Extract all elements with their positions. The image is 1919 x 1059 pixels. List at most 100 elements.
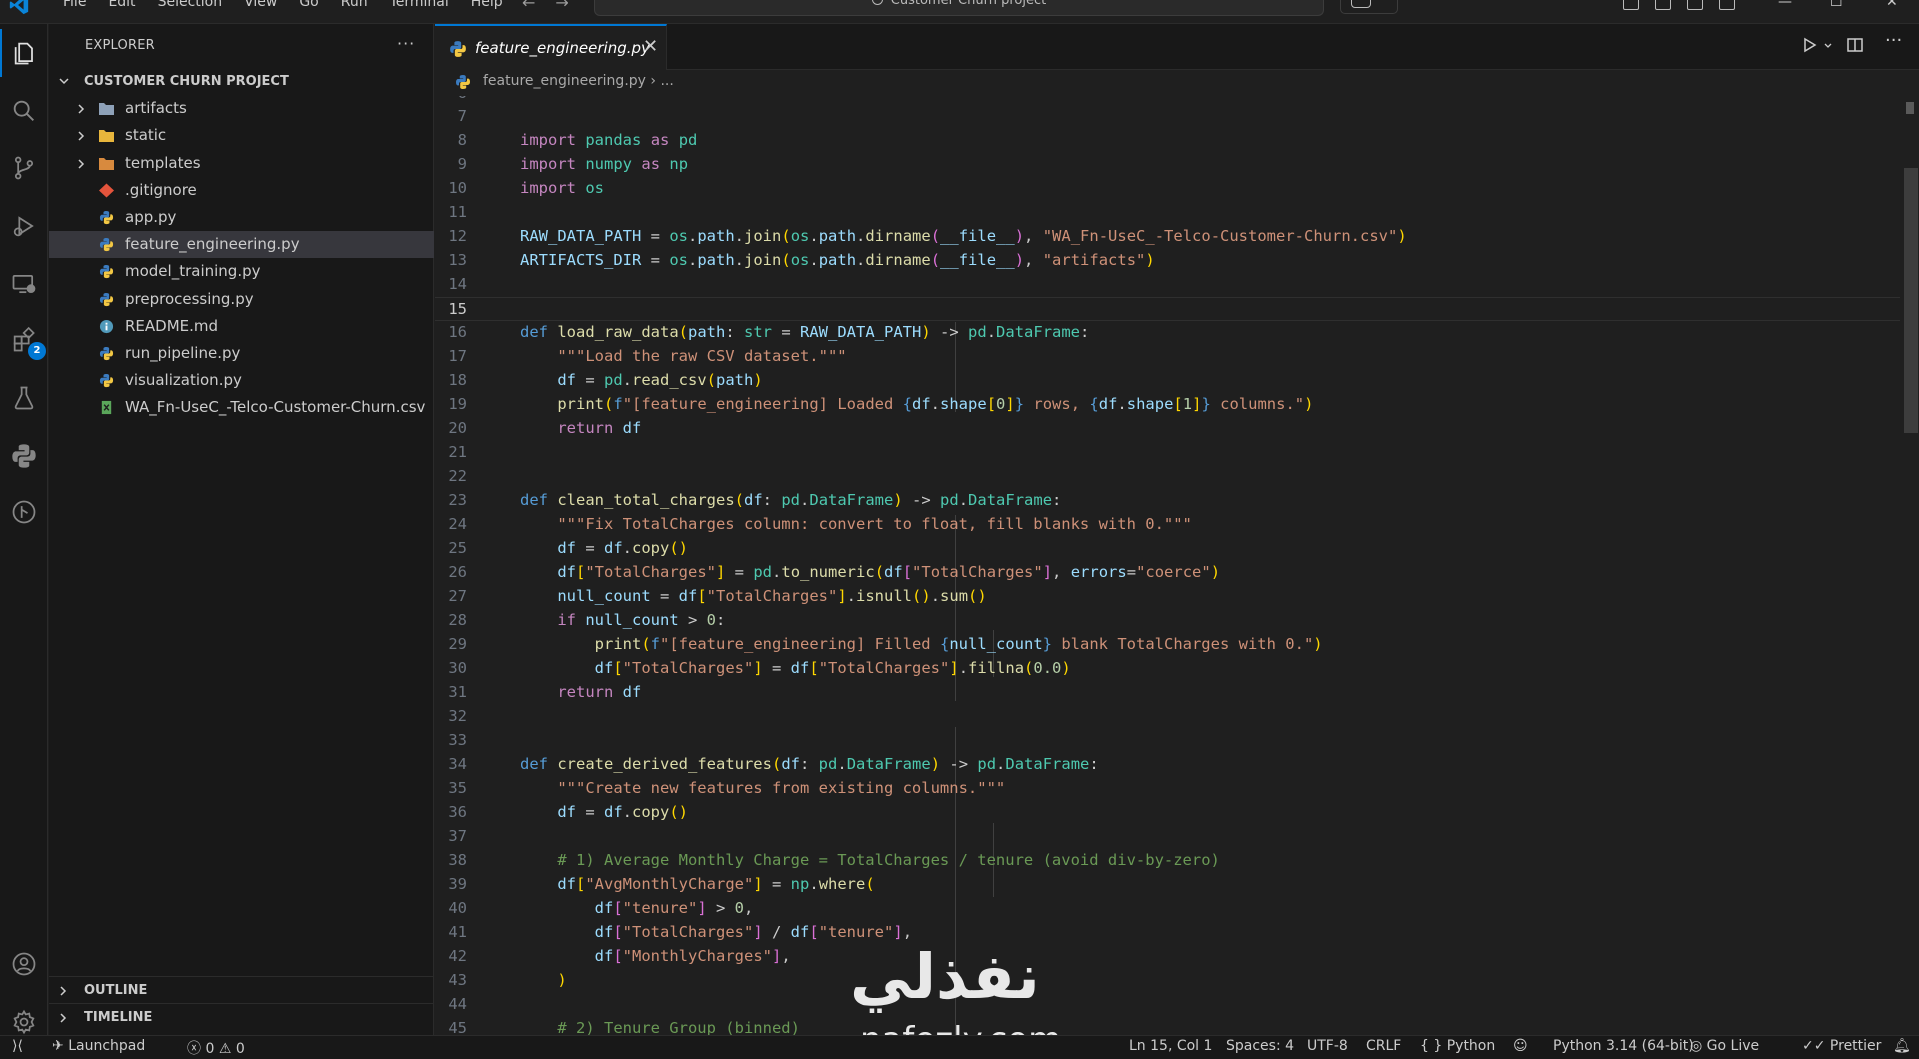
editor-tab-bar: feature_engineering.py ✕ ··· xyxy=(435,24,1919,70)
breadcrumb-more[interactable]: ... xyxy=(660,73,673,89)
tree-folder-static[interactable]: static xyxy=(49,122,434,149)
extensions-badge: 2 xyxy=(28,342,46,360)
search-icon xyxy=(871,0,883,5)
search-view-icon[interactable] xyxy=(0,87,48,135)
timeline-section[interactable]: TIMELINE xyxy=(49,1003,434,1030)
source-control-icon[interactable] xyxy=(0,144,48,192)
command-center[interactable]: Customer Churn project xyxy=(594,0,1324,16)
tree-file-visualization-py[interactable]: visualization.py xyxy=(49,367,434,394)
broadcast-icon: ◎ xyxy=(1690,1038,1703,1054)
close-tab-icon[interactable]: ✕ xyxy=(643,36,658,57)
explorer-icon[interactable] xyxy=(0,29,48,77)
menu-view[interactable]: View xyxy=(233,0,288,10)
tree-file-gitignore[interactable]: .gitignore xyxy=(49,177,434,204)
code-editor[interactable]: 6""" 7 8import pandas as pd 9import nump… xyxy=(435,96,1919,1035)
folder-icon xyxy=(99,103,114,115)
tree-file-feature-engineering-py[interactable]: feature_engineering.py xyxy=(49,231,434,258)
menu-go[interactable]: Go xyxy=(288,0,329,10)
csv-file-icon xyxy=(101,400,112,415)
info-icon xyxy=(99,319,114,334)
tree-file-preprocessing-py[interactable]: preprocessing.py xyxy=(49,286,434,313)
encoding[interactable]: UTF-8 xyxy=(1307,1038,1348,1054)
tree-folder-templates[interactable]: templates xyxy=(49,150,434,177)
editor-more-actions-icon[interactable]: ··· xyxy=(1885,30,1902,51)
go-live-item[interactable]: ◎ Go Live xyxy=(1690,1038,1759,1054)
explorer-sidebar: EXPLORER ··· CUSTOMER CHURN PROJECT arti… xyxy=(49,24,434,1035)
toggle-panel-icon[interactable] xyxy=(1687,0,1703,10)
tree-file-csv[interactable]: WA_Fn-UseC_-Telco-Customer-Churn.csv xyxy=(49,394,434,421)
tree-item-label: app.py xyxy=(125,208,177,226)
forward-arrow-icon[interactable]: → xyxy=(555,0,568,12)
chevron-right-icon xyxy=(78,131,85,141)
code-line: 41 df["TotalCharges"] / df["tenure"], xyxy=(448,923,913,941)
chat-button[interactable] xyxy=(1340,0,1398,14)
maximize-icon[interactable]: ☐ xyxy=(1830,0,1843,10)
menu-terminal[interactable]: Terminal xyxy=(379,0,460,10)
run-python-file-icon[interactable] xyxy=(1801,36,1819,54)
menu-edit[interactable]: Edit xyxy=(97,0,146,10)
close-window-icon[interactable]: ✕ xyxy=(1886,0,1898,10)
end-of-line[interactable]: CRLF xyxy=(1366,1038,1401,1054)
tree-folder-artifacts[interactable]: artifacts xyxy=(49,95,434,122)
outline-section[interactable]: OUTLINE xyxy=(49,976,434,1003)
python-icon[interactable] xyxy=(0,432,48,480)
code-line: 29 print(f"[feature_engineering] Filled … xyxy=(448,635,1323,653)
tree-item-label: visualization.py xyxy=(125,371,242,389)
remote-indicator-icon[interactable]: ⟩⟨ xyxy=(12,1038,23,1054)
code-line: 18 df = pd.read_csv(path) xyxy=(448,371,763,389)
testing-icon[interactable] xyxy=(0,374,48,422)
tree-file-app-py[interactable]: app.py xyxy=(49,204,434,231)
vertical-scrollbar[interactable] xyxy=(1904,168,1918,433)
menu-help[interactable]: Help xyxy=(460,0,514,10)
extensions-icon[interactable]: 2 xyxy=(0,316,48,364)
project-root[interactable]: CUSTOMER CHURN PROJECT xyxy=(49,70,433,94)
tree-item-label: model_training.py xyxy=(125,262,261,280)
language-mode[interactable]: { } Python xyxy=(1420,1038,1495,1054)
python-file-icon xyxy=(99,237,114,252)
tree-item-label: feature_engineering.py xyxy=(125,235,300,253)
toggle-secondary-sidebar-icon[interactable] xyxy=(1719,0,1735,10)
tree-item-label: README.md xyxy=(125,317,219,335)
problems-item[interactable]: ⓧ 0 ⚠ 0 xyxy=(187,1038,245,1058)
breadcrumb-file[interactable]: feature_engineering.py › ... xyxy=(483,73,674,89)
menu-selection[interactable]: Selection xyxy=(147,0,234,10)
chat-icon xyxy=(1351,0,1371,8)
code-line: 35 """Create new features from existing … xyxy=(448,779,1006,797)
code-line: 45 # 2) Tenure Group (binned) xyxy=(448,1019,800,1035)
language-label: Python xyxy=(1446,1038,1496,1054)
minimize-icon[interactable]: — xyxy=(1778,0,1792,10)
launchpad-item[interactable]: ✈ Launchpad xyxy=(52,1038,145,1054)
run-debug-icon[interactable] xyxy=(0,202,48,250)
toggle-sidebar-icon[interactable] xyxy=(1655,0,1671,10)
chevron-right-icon xyxy=(60,1013,67,1023)
account-icon[interactable] xyxy=(0,940,48,988)
git-graph-icon[interactable] xyxy=(0,488,48,536)
timeline-label: TIMELINE xyxy=(84,1010,153,1025)
split-editor-icon[interactable] xyxy=(1846,36,1864,54)
code-line: 40 df["tenure"] > 0, xyxy=(448,899,754,917)
code-line: 38 # 1) Average Monthly Charge = TotalCh… xyxy=(448,851,1220,869)
project-name: CUSTOMER CHURN PROJECT xyxy=(84,74,289,89)
sidebar-title: EXPLORER xyxy=(85,38,155,53)
notifications-bell-icon[interactable]: 🔔︎ xyxy=(1893,1038,1911,1054)
tab-feature-engineering[interactable]: feature_engineering.py ✕ xyxy=(435,24,667,70)
tree-file-model-training-py[interactable]: model_training.py xyxy=(49,258,434,285)
remote-explorer-icon[interactable] xyxy=(0,260,48,308)
back-arrow-icon[interactable]: ← xyxy=(522,0,535,12)
tree-file-run-pipeline-py[interactable]: run_pipeline.py xyxy=(49,340,434,367)
code-line: 20 return df xyxy=(448,419,642,437)
menu-file[interactable]: File xyxy=(52,0,97,10)
layout-panel-icon[interactable] xyxy=(1623,0,1639,10)
prettier-item[interactable]: ✓✓ Prettier xyxy=(1802,1038,1881,1054)
indentation[interactable]: Spaces: 4 xyxy=(1226,1038,1294,1054)
more-actions-icon[interactable]: ··· xyxy=(397,34,415,53)
cursor-position[interactable]: Ln 15, Col 1 xyxy=(1129,1038,1212,1054)
python-interpreter[interactable]: Python 3.14 (64-bit) xyxy=(1553,1038,1694,1054)
run-dropdown-chevron-icon[interactable] xyxy=(1823,41,1833,51)
status-bar: ⟩⟨ ✈ Launchpad ⓧ 0 ⚠ 0 Ln 15, Col 1 Spac… xyxy=(0,1035,1919,1059)
copilot-icon[interactable]: ☺ xyxy=(1513,1038,1528,1054)
tree-file-readme-md[interactable]: README.md xyxy=(49,313,434,340)
warning-count: 0 xyxy=(235,1041,245,1057)
menu-run[interactable]: Run xyxy=(330,0,379,10)
code-line: 16 def load_raw_data(path: str = RAW_DATA… xyxy=(448,323,1090,341)
